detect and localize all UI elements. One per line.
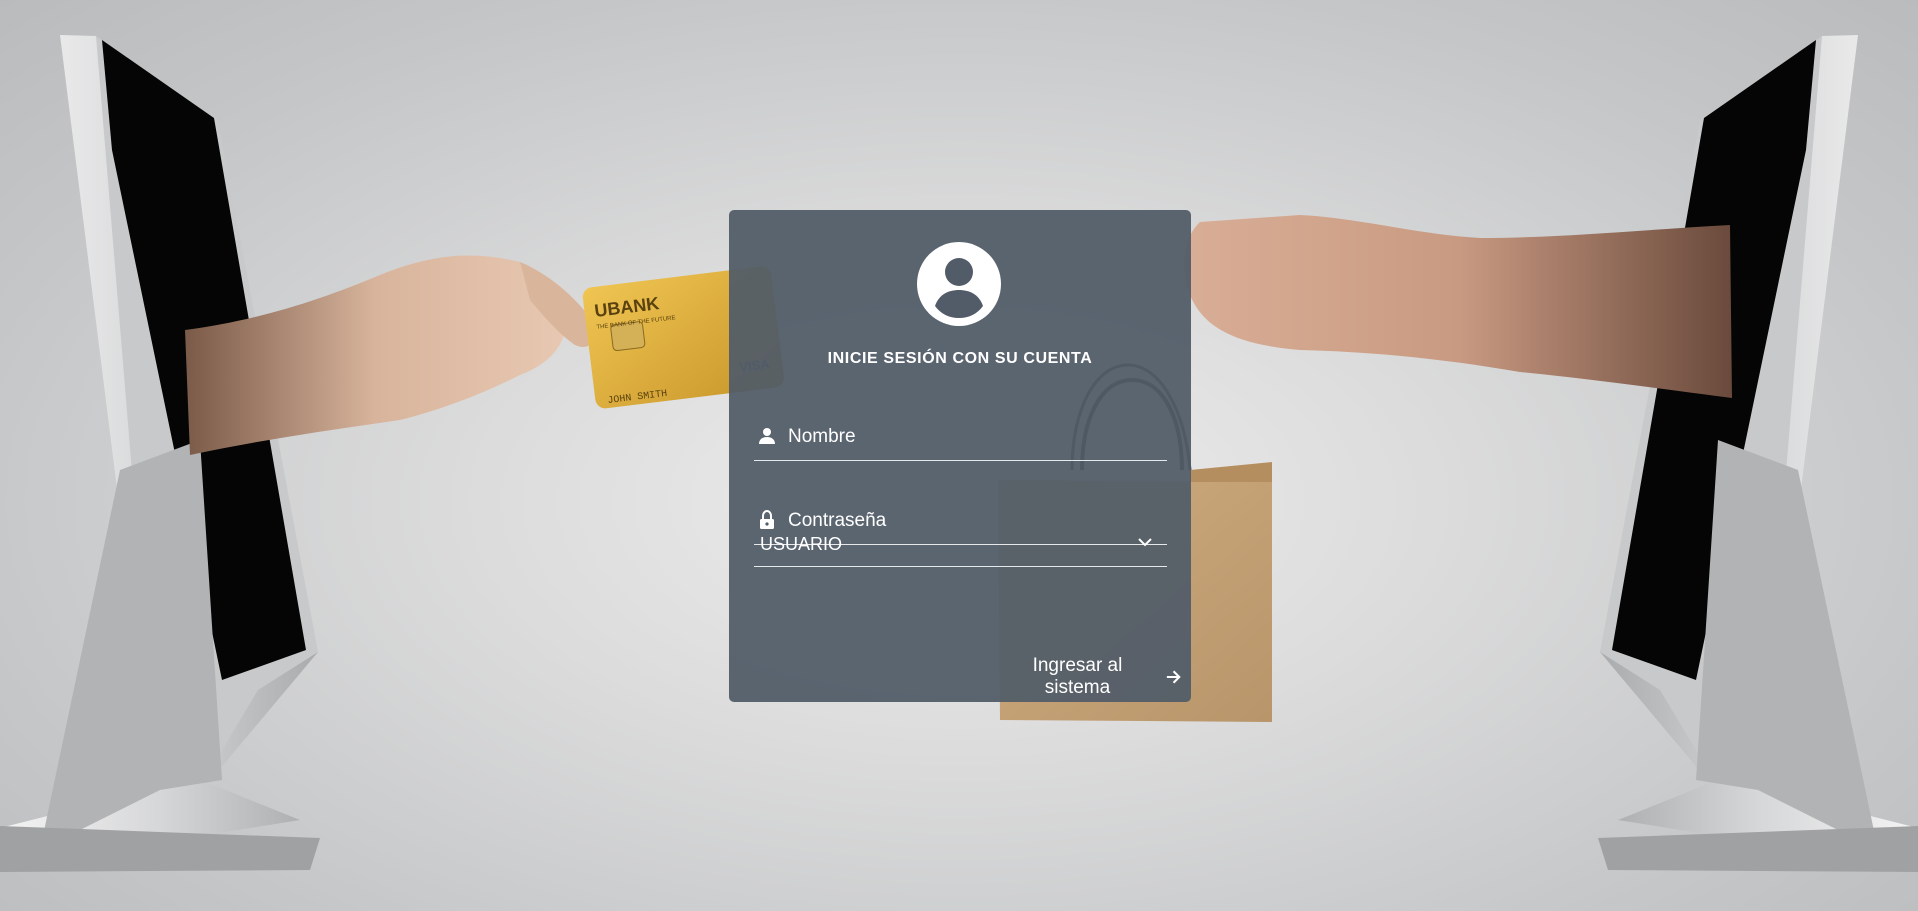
left-monitor	[0, 35, 320, 872]
arrow-right-icon	[1166, 670, 1181, 684]
chevron-down-icon	[1138, 538, 1152, 547]
right-hand	[1184, 215, 1732, 398]
role-select[interactable]: USUARIO	[754, 510, 1167, 567]
right-monitor	[1598, 35, 1918, 872]
login-title: INICIE SESIÓN CON SU CUENTA	[827, 350, 1093, 367]
person-icon	[759, 428, 775, 444]
login-card: INICIE SESIÓN CON SU CUENTA USUARIO Ingr…	[729, 210, 1191, 702]
submit-label: Ingresar al sistema	[1032, 655, 1123, 698]
role-select-value: USUARIO	[760, 534, 843, 554]
username-input[interactable]	[788, 424, 1158, 450]
login-submit-button[interactable]: Ingresar al sistema	[1001, 655, 1183, 698]
username-field	[754, 412, 1167, 461]
account-circle-icon	[917, 242, 1001, 326]
